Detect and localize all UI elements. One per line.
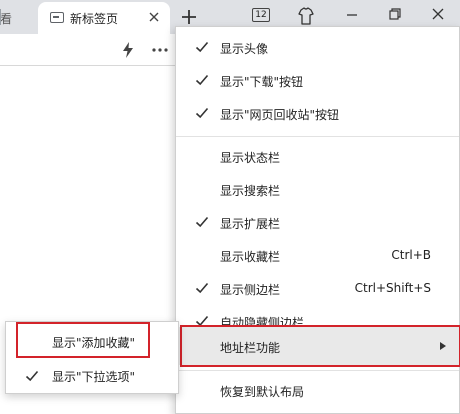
- menu-item-show-favorites-bar[interactable]: 显示收藏栏 Ctrl+B: [176, 239, 459, 272]
- menu-item-show-download-button[interactable]: 显示"下载"按钮: [176, 64, 459, 97]
- tab-new-tab[interactable]: 新标签页: [38, 2, 170, 34]
- menu-item-label: 显示"网页回收站"按钮: [220, 108, 340, 122]
- new-tab-plus-icon[interactable]: [178, 6, 200, 28]
- submenu-item-label: 显示"添加收藏": [52, 336, 136, 350]
- menu-item-show-sidebar[interactable]: 显示侧边栏 Ctrl+Shift+S: [176, 272, 459, 305]
- checkmark-icon: [195, 315, 209, 327]
- address-bar-submenu: 显示"添加收藏" 显示"下拉选项": [5, 321, 179, 394]
- submenu-arrow-icon: [440, 342, 446, 350]
- checkmark-icon: [195, 282, 209, 294]
- tab-title: 新标签页: [70, 12, 119, 26]
- submenu-item-show-add-favorite[interactable]: 显示"添加收藏": [6, 326, 178, 358]
- lightning-button[interactable]: [118, 40, 138, 60]
- menu-item-restore-default-layout[interactable]: 恢复到默认布局: [176, 374, 459, 407]
- submenu-item-label: 显示"下拉选项": [52, 370, 136, 384]
- menu-item-label: 显示状态栏: [220, 151, 281, 165]
- tab-previous-label: 看: [0, 12, 13, 26]
- tab-count-badge: 12: [252, 8, 270, 22]
- menu-item-label: 显示搜索栏: [220, 184, 281, 198]
- checkmark-icon: [195, 107, 209, 119]
- menu-item-label: 显示侧边栏: [220, 283, 281, 297]
- menu-item-show-status-bar[interactable]: 显示状态栏: [176, 140, 459, 173]
- menu-item-show-recycle-button[interactable]: 显示"网页回收站"按钮: [176, 97, 459, 130]
- tab-divider: [0, 9, 1, 25]
- new-tab-page-icon: [50, 12, 64, 23]
- menu-item-show-extension-bar[interactable]: 显示扩展栏: [176, 206, 459, 239]
- checkmark-icon: [25, 370, 39, 382]
- checkmark-icon: [195, 216, 209, 228]
- menu-item-label: 显示"下载"按钮: [220, 75, 304, 89]
- submenu-item-show-dropdown[interactable]: 显示"下拉选项": [6, 360, 178, 392]
- menu-item-address-bar-features[interactable]: 地址栏功能: [176, 327, 459, 365]
- menu-separator: [176, 136, 459, 137]
- checkmark-icon: [195, 41, 209, 53]
- menu-item-label: 显示收藏栏: [220, 250, 281, 264]
- menu-item-shortcut: Ctrl+Shift+S: [354, 281, 431, 295]
- lightning-icon: [123, 42, 133, 58]
- menu-item-shortcut: Ctrl+B: [391, 248, 431, 262]
- menu-item-label: 恢复到默认布局: [220, 385, 305, 399]
- menu-item-label: 显示扩展栏: [220, 217, 281, 231]
- menu-item-show-search-bar[interactable]: 显示搜索栏: [176, 173, 459, 206]
- menu-item-label: 显示头像: [220, 42, 269, 56]
- tab-previous[interactable]: 看: [0, 0, 36, 34]
- layout-context-menu: 显示头像 显示"下载"按钮 显示"网页回收站"按钮 显示状态栏 显示搜索栏 显示…: [175, 26, 460, 414]
- more-button[interactable]: [150, 40, 170, 60]
- menu-item-show-avatar[interactable]: 显示头像: [176, 31, 459, 64]
- menu-separator: [176, 370, 459, 371]
- tab-close-icon[interactable]: [144, 7, 164, 27]
- more-dots-icon: [152, 48, 168, 52]
- checkmark-icon: [195, 74, 209, 86]
- menu-item-label: 地址栏功能: [220, 341, 281, 355]
